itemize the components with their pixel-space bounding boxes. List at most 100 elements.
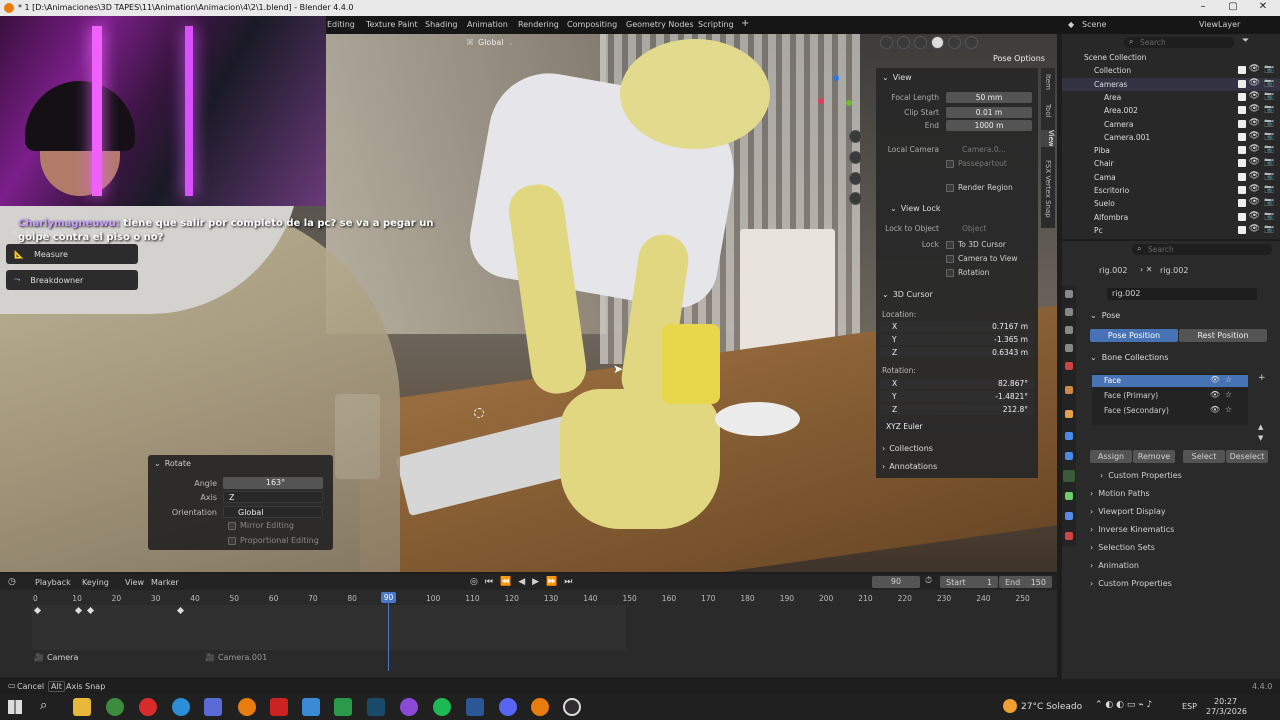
- marker-menu[interactable]: Marker: [151, 578, 179, 587]
- collections-section[interactable]: › Collections: [882, 444, 933, 453]
- record-icon[interactable]: ◎: [470, 577, 478, 587]
- view-layer-tab-icon[interactable]: [1065, 344, 1073, 352]
- obs-icon[interactable]: [563, 698, 581, 716]
- 3d-cursor-header[interactable]: ⌄ 3D Cursor: [882, 290, 933, 299]
- eye-icon[interactable]: 👁: [1249, 144, 1260, 154]
- collapsed-section[interactable]: › Viewport Display: [1090, 507, 1166, 516]
- clip-start-field[interactable]: 0.01 m: [946, 107, 1032, 118]
- exclude-checkbox[interactable]: [1238, 212, 1246, 221]
- outliner-item[interactable]: Area.002 👁 📷: [1062, 104, 1280, 117]
- outliner-item[interactable]: Cama 👁 📷: [1062, 171, 1280, 184]
- rotation-lock-checkbox[interactable]: [946, 268, 954, 277]
- rotate-panel-header[interactable]: ⌄ Rotate: [154, 459, 191, 468]
- clip-end-field[interactable]: 1000 m: [946, 120, 1032, 131]
- star-icon[interactable]: ☆: [1225, 375, 1232, 384]
- filter-icon[interactable]: ⏷: [1242, 36, 1249, 46]
- tab-editing[interactable]: Editing: [327, 20, 355, 29]
- exclude-checkbox[interactable]: [1238, 199, 1246, 208]
- view-menu[interactable]: View: [125, 578, 144, 587]
- star-icon[interactable]: ☆: [1225, 405, 1232, 414]
- eye-icon[interactable]: 👁: [1249, 78, 1260, 88]
- outliner-item[interactable]: Scene Collection: [1062, 51, 1280, 64]
- close-button[interactable]: ✕: [1248, 1, 1278, 12]
- tab-tool[interactable]: Tool: [1044, 104, 1052, 118]
- bone-collection-face[interactable]: Face 👁 ☆: [1092, 375, 1248, 387]
- view-section-header[interactable]: ⌄ View: [882, 73, 912, 82]
- outliner-search[interactable]: ⌕ Search: [1124, 37, 1234, 48]
- outliner-item[interactable]: Alfombra 👁 📷: [1062, 211, 1280, 224]
- pose-section-header[interactable]: ⌄ Pose: [1090, 311, 1120, 320]
- exclude-checkbox[interactable]: [1238, 79, 1246, 88]
- mirror-editing-row[interactable]: Mirror Editing: [228, 521, 294, 530]
- scene-name[interactable]: Scene: [1082, 20, 1106, 29]
- exclude-checkbox[interactable]: [1238, 159, 1246, 168]
- material-shading-icon[interactable]: [948, 36, 961, 49]
- navigation-gizmo[interactable]: [814, 70, 854, 110]
- current-frame-field[interactable]: 90: [872, 576, 920, 588]
- outliner-item[interactable]: Escritorio 👁 📷: [1062, 184, 1280, 197]
- camera-render-icon[interactable]: 📷: [1264, 184, 1274, 193]
- jump-start-icon[interactable]: ⏮: [485, 577, 493, 587]
- tab-fsx-vertex-snap[interactable]: FSX Vertex Snap: [1044, 160, 1052, 218]
- tab-view[interactable]: View: [1041, 130, 1055, 147]
- word-icon[interactable]: [466, 698, 484, 716]
- eye-icon[interactable]: 👁: [1249, 118, 1260, 128]
- tab-geometry-nodes[interactable]: Geometry Nodes: [626, 20, 693, 29]
- rendered-shading-icon[interactable]: [965, 36, 978, 49]
- language-indicator[interactable]: ESP: [1182, 702, 1197, 711]
- tab-rendering[interactable]: Rendering: [518, 20, 559, 29]
- physics-tab-icon[interactable]: [1065, 452, 1073, 460]
- clock-date[interactable]: 27/3/2026: [1206, 707, 1247, 716]
- collapsed-section[interactable]: › Custom Properties: [1090, 579, 1172, 588]
- solid-shading-icon[interactable]: [931, 36, 944, 49]
- deselect-button[interactable]: Deselect: [1226, 450, 1268, 463]
- tab-item[interactable]: Item: [1044, 74, 1052, 90]
- eye-icon[interactable]: 👁: [1249, 197, 1260, 207]
- bone-tab-icon[interactable]: [1065, 492, 1073, 500]
- exclude-checkbox[interactable]: [1238, 172, 1246, 181]
- transform-orientation-select[interactable]: Global: [478, 38, 504, 47]
- exclude-checkbox[interactable]: [1238, 119, 1246, 128]
- modifier-tab-icon[interactable]: [1065, 432, 1073, 440]
- world-tab-icon[interactable]: [1065, 386, 1073, 394]
- windows-start-icon[interactable]: [8, 700, 22, 714]
- next-key-icon[interactable]: ⏩: [546, 577, 557, 587]
- pan-hand-icon[interactable]: [849, 151, 862, 164]
- bone-collections-header[interactable]: ⌄ Bone Collections: [1090, 353, 1168, 362]
- camera-render-icon[interactable]: 📷: [1264, 104, 1274, 113]
- star-icon[interactable]: ☆: [1225, 390, 1232, 399]
- proportional-editing-row[interactable]: Proportional Editing: [228, 536, 319, 545]
- eye-icon[interactable]: 👁: [1249, 104, 1260, 114]
- blender-icon[interactable]: [238, 698, 256, 716]
- rotation-lock-row[interactable]: Rotation: [946, 268, 989, 277]
- outliner-item[interactable]: Area 👁 📷: [1062, 91, 1280, 104]
- lock-3d-cursor-checkbox[interactable]: [946, 240, 954, 249]
- discord-icon[interactable]: [499, 698, 517, 716]
- camera-render-icon[interactable]: 📷: [1264, 131, 1274, 140]
- armature-data-tab-icon[interactable]: [1063, 470, 1075, 482]
- playback-menu[interactable]: Playback: [35, 578, 71, 587]
- camera-render-icon[interactable]: 📷: [1264, 91, 1274, 100]
- local-camera-field[interactable]: Camera.0...: [946, 144, 1032, 155]
- exclude-checkbox[interactable]: [1238, 106, 1246, 115]
- camera-render-icon[interactable]: 📷: [1264, 171, 1274, 180]
- camera-to-view-checkbox[interactable]: [946, 254, 954, 263]
- file-explorer-icon[interactable]: [73, 698, 91, 716]
- camera-render-icon[interactable]: 📷: [1264, 157, 1274, 166]
- stopwatch-icon[interactable]: ⏱: [925, 576, 932, 586]
- exclude-checkbox[interactable]: [1238, 66, 1246, 75]
- eye-icon[interactable]: 👁: [1249, 184, 1260, 194]
- eye-icon[interactable]: 👁: [1210, 375, 1220, 384]
- eye-icon[interactable]: 👁: [1249, 131, 1260, 141]
- constraint-tab-icon[interactable]: [1065, 512, 1073, 520]
- render-region-checkbox[interactable]: [946, 183, 954, 192]
- rest-position-button[interactable]: Rest Position: [1179, 329, 1267, 342]
- data-name-field[interactable]: rig.002: [1107, 288, 1257, 300]
- properties-search[interactable]: ⌕ Search: [1132, 244, 1272, 255]
- pycharm-icon[interactable]: [334, 698, 352, 716]
- location-y-field[interactable]: Y -1.365 m: [880, 334, 1034, 345]
- exclude-checkbox[interactable]: [1238, 146, 1246, 155]
- eye-icon[interactable]: 👁: [1249, 224, 1260, 234]
- overlay-icon[interactable]: [880, 36, 893, 49]
- outliner-item[interactable]: Cameras 👁 📷: [1062, 77, 1280, 91]
